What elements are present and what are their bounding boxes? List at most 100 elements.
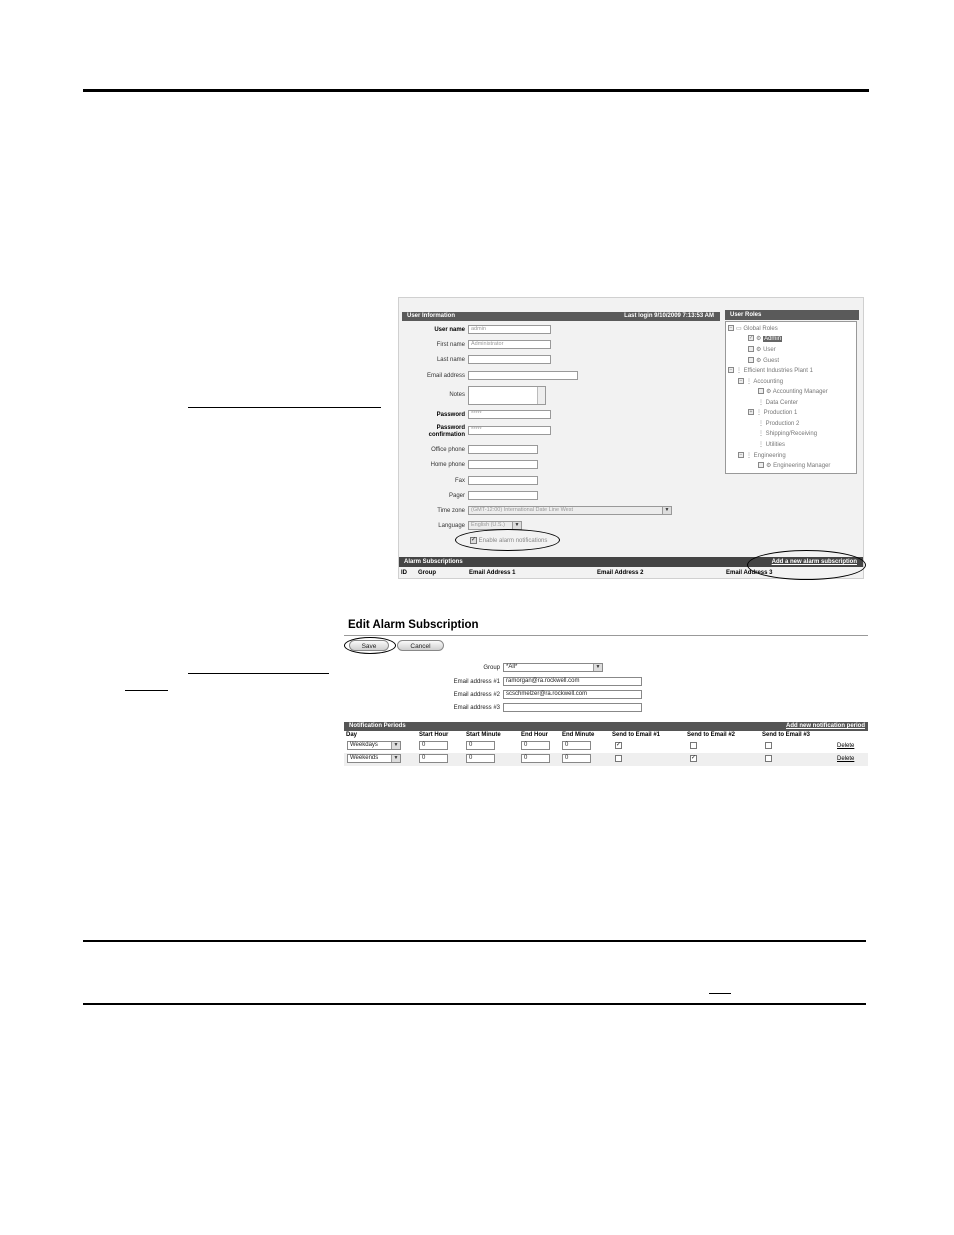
end-hour-field[interactable]: 0 — [521, 741, 550, 750]
password-confirmation-field[interactable]: ***** — [468, 426, 551, 435]
home-phone-field[interactable] — [468, 460, 538, 469]
pager-field[interactable] — [468, 491, 538, 500]
tree-engineering-manager[interactable]: ⚙ Engineering Manager — [758, 462, 830, 470]
last-login-text: Last login 9/10/2009 7:13:53 AM — [624, 313, 714, 319]
add-subscription-highlight — [747, 550, 866, 580]
fax-field[interactable] — [468, 476, 538, 485]
password-label: Password — [436, 412, 465, 418]
hierarchy-icon: ⋮ — [758, 431, 764, 437]
role-icon: ⚙ — [756, 336, 762, 342]
checkbox[interactable] — [758, 462, 764, 469]
tree-guest[interactable]: ⚙ Guest — [748, 357, 779, 365]
home-phone-label: Home phone — [430, 462, 465, 468]
checkbox[interactable] — [748, 357, 754, 364]
email1-field[interactable]: ramorgan@ra.rockwell.com — [503, 677, 642, 686]
start-minute-field[interactable]: 0 — [466, 741, 495, 750]
col-email2: Email Address 2 — [597, 570, 644, 576]
password-confirmation-label: Password confirmation — [428, 425, 465, 438]
tree-accounting[interactable]: − ⋮ Accounting — [738, 378, 783, 386]
tree-accounting-manager[interactable]: ⚙ Accounting Manager — [758, 388, 828, 396]
hierarchy-icon: ⋮ — [758, 442, 764, 448]
tree-utilities[interactable]: ⋮ Utilities — [758, 441, 785, 449]
start-hour-field[interactable]: 0 — [419, 754, 448, 763]
tree-shipping[interactable]: ⋮ Shipping/Receiving — [758, 430, 817, 438]
chevron-down-icon: ▼ — [662, 507, 671, 514]
end-hour-field[interactable]: 0 — [521, 754, 550, 763]
time-zone-value: (GMT-12:00) International Date Line West — [471, 507, 574, 513]
fax-label: Fax — [454, 478, 465, 484]
first-name-field[interactable]: Administrator — [468, 340, 551, 349]
tree-admin[interactable]: ✓ ⚙ Admin — [748, 335, 783, 343]
notes-field[interactable] — [468, 386, 546, 405]
cancel-button[interactable]: Cancel — [397, 640, 444, 651]
group-select[interactable]: *All* ▼ — [503, 663, 603, 672]
hierarchy-icon: ⋮ — [758, 421, 764, 427]
day-select[interactable]: Weekdays ▼ — [347, 741, 401, 750]
notification-periods-title: Notification Periods — [349, 723, 406, 729]
email1-label: Email address #1 — [453, 679, 500, 685]
add-notification-period-link[interactable]: Add new notification period — [786, 722, 865, 731]
notes-scrollbar[interactable] — [537, 387, 545, 404]
checkbox[interactable] — [748, 346, 754, 353]
time-zone-select[interactable]: (GMT-12:00) International Date Line West… — [468, 506, 672, 515]
tree-production2[interactable]: ⋮ Production 2 — [758, 420, 799, 428]
collapse-icon[interactable]: − — [728, 325, 734, 332]
send-email3-checkbox[interactable] — [765, 755, 772, 762]
start-minute-field[interactable]: 0 — [466, 754, 495, 763]
tree-production1[interactable]: + ⋮ Production 1 — [748, 409, 797, 417]
password-field[interactable]: ***** — [468, 410, 551, 419]
last-name-field[interactable] — [468, 355, 551, 364]
collapse-icon[interactable]: − — [738, 378, 744, 385]
hierarchy-icon: ⋮ — [756, 410, 762, 416]
collapse-icon[interactable]: − — [738, 452, 744, 459]
email-address-label: Email address — [426, 373, 465, 379]
tree-label: Efficient Industries Plant 1 — [743, 368, 813, 374]
send-email1-checkbox[interactable]: ✓ — [615, 742, 622, 749]
underline-2 — [188, 673, 329, 674]
chevron-down-icon: ▼ — [512, 522, 521, 529]
end-minute-field[interactable]: 0 — [562, 754, 591, 763]
send-email3-checkbox[interactable] — [765, 742, 772, 749]
hierarchy-icon: ⋮ — [758, 400, 764, 406]
user-roles-title: User Roles — [730, 312, 762, 318]
tree-plant[interactable]: − ⋮ Efficient Industries Plant 1 — [728, 367, 813, 375]
email-address-field[interactable] — [468, 371, 578, 380]
checkbox[interactable] — [758, 388, 764, 395]
delete-link[interactable]: Delete — [837, 756, 854, 762]
tree-data-center[interactable]: ⋮ Data Center — [758, 399, 798, 407]
office-phone-label: Office phone — [431, 447, 465, 453]
collapse-icon[interactable]: − — [728, 367, 734, 374]
tree-label: Data Center — [765, 400, 799, 406]
send-email2-checkbox[interactable] — [690, 742, 697, 749]
office-phone-field[interactable] — [468, 445, 538, 454]
start-hour-field[interactable]: 0 — [419, 741, 448, 750]
np-col-day: Day — [346, 732, 358, 738]
role-icon: ⚙ — [766, 389, 772, 395]
expand-icon[interactable]: + — [748, 409, 754, 416]
tree-user[interactable]: ⚙ User — [748, 346, 776, 354]
underline-3 — [125, 690, 168, 691]
tree-label: Utilities — [765, 442, 786, 448]
email3-field[interactable] — [503, 703, 642, 712]
day-select[interactable]: Weekends ▼ — [347, 754, 401, 763]
hierarchy-icon: ⋮ — [736, 368, 742, 374]
np-col-email1: Send to Email #1 — [612, 732, 661, 738]
tree-global-roles[interactable]: − ▭ Global Roles — [728, 325, 778, 333]
email2-field[interactable]: scschmelzer@ra.rockwell.com — [503, 690, 642, 699]
np-col-end-hour: End Hour — [521, 732, 548, 738]
end-minute-field[interactable]: 0 — [562, 741, 591, 750]
chevron-down-icon: ▼ — [593, 664, 602, 671]
delete-link[interactable]: Delete — [837, 743, 854, 749]
pager-label: Pager — [448, 493, 465, 499]
tree-engineering[interactable]: − ⋮ Engineering — [738, 452, 786, 460]
group-label: Group — [483, 665, 500, 671]
notification-periods-header: Notification Periods Add new notificatio… — [344, 722, 868, 731]
folder-icon: ▭ — [736, 326, 742, 332]
send-email1-checkbox[interactable] — [615, 755, 622, 762]
checkbox[interactable]: ✓ — [748, 335, 754, 342]
tree-label: Engineering Manager — [773, 463, 831, 469]
group-value: *All* — [506, 664, 518, 670]
user-name-label: User name — [434, 327, 465, 333]
user-name-field[interactable]: admin — [468, 325, 551, 334]
send-email2-checkbox[interactable]: ✓ — [690, 755, 697, 762]
